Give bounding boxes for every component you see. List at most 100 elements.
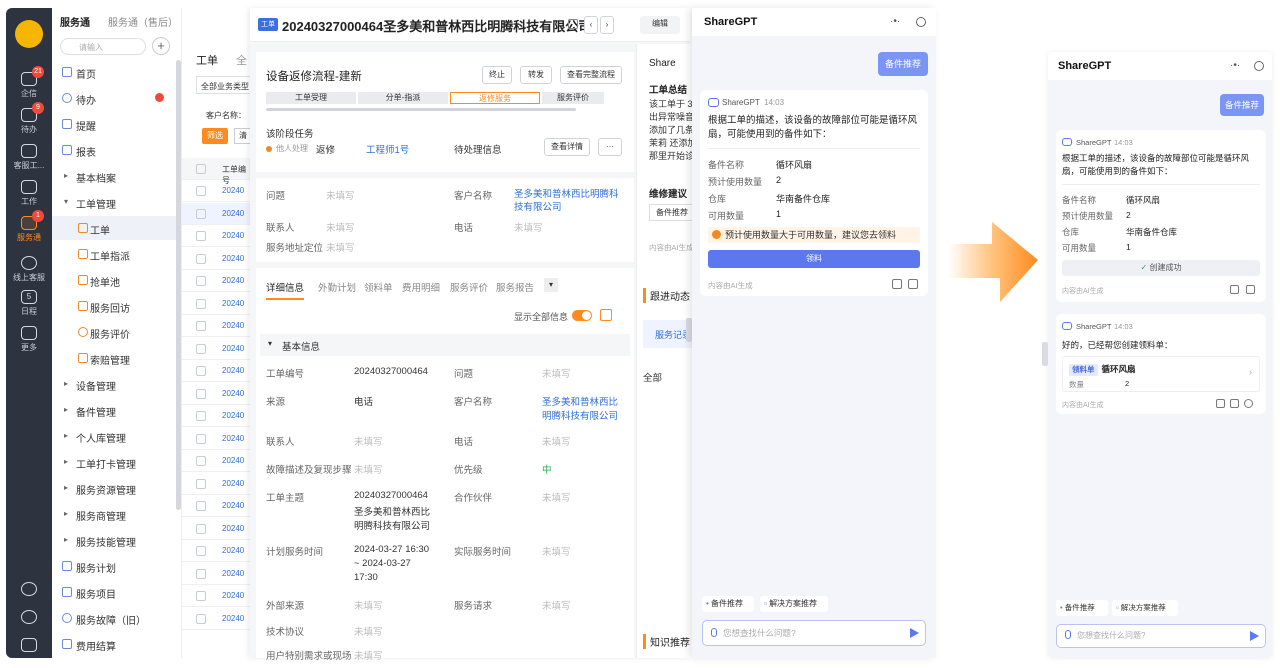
- more-dots-icon[interactable]: ·•·: [1230, 60, 1240, 71]
- row-checkbox[interactable]: [196, 591, 206, 601]
- table-row[interactable]: 20240: [182, 563, 252, 585]
- sidebar-group-basic[interactable]: ▸ 基本档案: [52, 164, 176, 188]
- row-checkbox[interactable]: [196, 366, 206, 376]
- customer-name-link[interactable]: 圣多美和普林西比明腾科技有限公司: [514, 188, 622, 214]
- workorder-number-link[interactable]: 20240: [222, 299, 244, 308]
- tab-expense[interactable]: 费用明细: [402, 280, 440, 294]
- sidebar-item-fault-old[interactable]: 服务故障（旧）: [52, 606, 176, 630]
- row-checkbox[interactable]: [196, 253, 206, 264]
- sidebar-item-todo[interactable]: 待办: [52, 86, 176, 110]
- sidebar-group-provider[interactable]: ▸ 服务商管理: [52, 502, 176, 526]
- workorder-number-link[interactable]: 20240: [222, 186, 244, 195]
- show-all-toggle[interactable]: [572, 310, 592, 321]
- thumbs-up-icon[interactable]: [892, 279, 902, 289]
- picking-order-card[interactable]: 领料单 循环风扇 数量 2 ›: [1062, 356, 1260, 392]
- sidebar-item-assign[interactable]: 工单指派: [52, 242, 176, 266]
- workorder-number-link[interactable]: 20240: [222, 366, 244, 375]
- sidebar-item-claim[interactable]: 索赔管理: [52, 346, 176, 370]
- panel-collapse-handle[interactable]: [1042, 342, 1048, 366]
- lock-icon[interactable]: [568, 19, 578, 29]
- workorder-number-link[interactable]: 20240: [222, 614, 244, 623]
- table-row[interactable]: 20240: [182, 360, 252, 382]
- help-icon[interactable]: [6, 582, 52, 598]
- row-checkbox[interactable]: [196, 298, 206, 309]
- workorder-number-link[interactable]: 20240: [222, 456, 244, 465]
- workorder-number-link[interactable]: 20240: [222, 546, 244, 555]
- rail-item-work[interactable]: 工作: [6, 180, 52, 207]
- quick-solution-recommend[interactable]: ▫ 解决方案推荐: [760, 596, 828, 612]
- quick-parts-recommend[interactable]: • 备件推荐: [1056, 600, 1108, 616]
- sidebar-search-input[interactable]: 请输入: [60, 38, 146, 55]
- rail-item-more[interactable]: 更多: [6, 326, 52, 353]
- stop-button[interactable]: 终止: [482, 66, 512, 84]
- sidebar-scrollbar[interactable]: [176, 60, 181, 510]
- thumbs-down-icon[interactable]: [908, 279, 918, 289]
- customer-name-link[interactable]: 明腾科技有限公司: [542, 408, 618, 422]
- prev-arrow-icon[interactable]: ‹: [584, 16, 598, 34]
- workorder-number-link[interactable]: 20240: [222, 479, 244, 488]
- sidebar-group-device[interactable]: ▸ 设备管理: [52, 372, 176, 396]
- filter-button[interactable]: 筛选: [202, 128, 228, 144]
- parts-recommend-chip[interactable]: 备件推荐: [649, 204, 695, 221]
- layout-icon[interactable]: [600, 309, 612, 321]
- quick-parts-recommend[interactable]: • 备件推荐: [702, 596, 754, 612]
- chat-input[interactable]: 您想查找什么问题?: [1056, 624, 1266, 648]
- workorder-number-link[interactable]: 20240: [222, 254, 244, 263]
- send-icon[interactable]: [910, 628, 919, 638]
- workorder-number-link[interactable]: 20240: [222, 501, 244, 510]
- table-row[interactable]: 20240: [182, 270, 252, 292]
- close-icon[interactable]: [1254, 61, 1264, 71]
- more-button[interactable]: ···: [598, 138, 622, 156]
- row-checkbox[interactable]: [196, 568, 206, 579]
- sidebar-item-reminder[interactable]: 提醒: [52, 112, 176, 136]
- rail-item-todo[interactable]: 待办 9: [6, 102, 52, 135]
- sidebar-group-skill[interactable]: ▸ 服务技能管理: [52, 528, 176, 552]
- row-checkbox[interactable]: [196, 456, 206, 466]
- section-basic-info[interactable]: ▾ 基本信息: [260, 334, 630, 356]
- sidebar-group-parts[interactable]: ▸ 备件管理: [52, 398, 176, 422]
- sidebar-item-report[interactable]: 报表: [52, 138, 176, 162]
- tabs-dropdown-icon[interactable]: ▾: [544, 278, 558, 292]
- sidebar-group-personal-stock[interactable]: ▸ 个人库管理: [52, 424, 176, 448]
- sidebar-group-clockin[interactable]: ▸ 工单打卡管理: [52, 450, 176, 474]
- table-row[interactable]: 20240: [182, 293, 252, 315]
- table-row[interactable]: 20240: [182, 585, 252, 607]
- row-checkbox[interactable]: [196, 231, 206, 241]
- rail-item-qixin[interactable]: 企信 21: [6, 66, 52, 99]
- table-row[interactable]: 20240: [182, 518, 252, 540]
- row-checkbox[interactable]: [196, 186, 206, 196]
- row-checkbox[interactable]: [196, 411, 206, 421]
- row-checkbox[interactable]: [196, 321, 206, 331]
- mic-icon[interactable]: [1065, 630, 1071, 639]
- contacts-icon[interactable]: [6, 638, 52, 654]
- sidebar-item-revisit[interactable]: 服务回访: [52, 294, 176, 318]
- table-row[interactable]: 20240: [182, 180, 252, 202]
- sidebar-item-plan[interactable]: 服务计划: [52, 554, 176, 578]
- table-row[interactable]: 20240: [182, 248, 252, 270]
- sidebar-item-settlement[interactable]: 费用结算: [52, 632, 176, 656]
- view-detail-button[interactable]: 查看详情: [544, 138, 590, 156]
- tab-picking[interactable]: 领料单: [364, 280, 393, 294]
- tab-field-plan[interactable]: 外勤计划: [318, 280, 356, 294]
- close-icon[interactable]: [916, 17, 926, 27]
- sidebar-item-home[interactable]: 首页: [52, 60, 176, 84]
- table-row[interactable]: 20240: [182, 405, 252, 427]
- handler-name-link[interactable]: 工程师1号: [366, 142, 409, 156]
- sidebar-item-grab-pool[interactable]: 抢单池: [52, 268, 176, 292]
- more-dots-icon[interactable]: ·•·: [890, 16, 900, 27]
- thumbs-up-icon[interactable]: [1230, 285, 1239, 294]
- table-row[interactable]: 20240: [182, 495, 252, 517]
- view-flow-button[interactable]: 查看完整流程: [560, 66, 622, 84]
- workorder-number-link[interactable]: 20240: [222, 389, 244, 398]
- filter-all[interactable]: 全部: [643, 370, 662, 384]
- tab-detail[interactable]: 详细信息: [266, 280, 305, 300]
- row-checkbox[interactable]: [196, 613, 206, 624]
- row-checkbox[interactable]: [196, 501, 206, 511]
- row-checkbox[interactable]: [196, 478, 206, 489]
- send-icon[interactable]: [1250, 631, 1259, 641]
- comment-icon[interactable]: [1244, 399, 1253, 408]
- next-arrow-icon[interactable]: ›: [600, 16, 614, 34]
- picking-button[interactable]: 领料: [708, 250, 920, 268]
- table-row[interactable]: 20240: [182, 540, 252, 562]
- table-row[interactable]: 20240: [182, 473, 252, 495]
